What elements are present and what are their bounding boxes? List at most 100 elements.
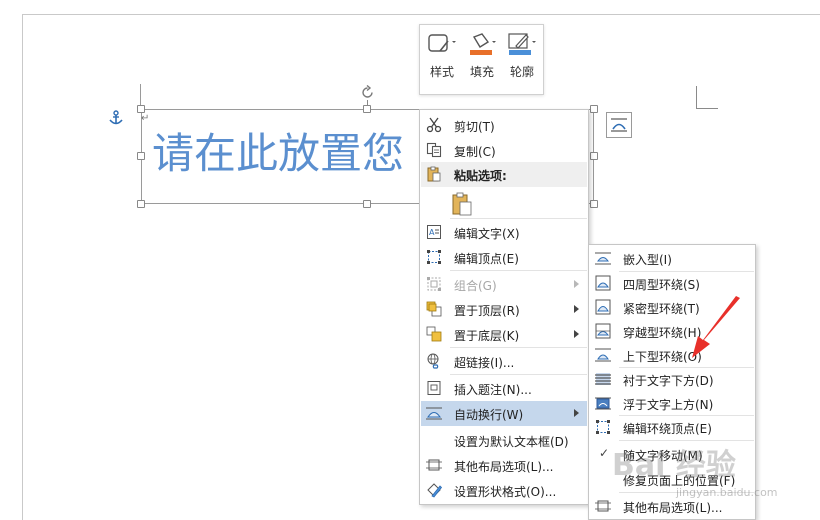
checkmark-icon: ✓ [599,446,610,460]
hyperlink-icon [427,353,439,369]
textbox-content[interactable]: 请在此放置您 [152,124,422,184]
menu-item-wrap-text[interactable]: 自动换行(W) [421,401,587,426]
edit-text-icon: A [427,225,441,239]
menu-item-group[interactable]: 组合(G) [421,272,587,297]
menu-label-insert-caption: 插入题注(N)... [454,383,532,397]
menu-item-insert-caption[interactable]: 插入题注(N)... [421,376,587,401]
page-edge-top [22,14,820,15]
menu-label-more-layout-options: 其他布局选项(L)... [454,460,554,474]
menu-item-edit-text[interactable]: A 编辑文字(X) [421,220,587,245]
watermark-url: jingyan.baidu.com [676,486,778,499]
submenu-arrow-icon [574,280,579,288]
menu-item-bring-to-front[interactable]: 置于顶层(R) [421,297,587,322]
menu-item-copy[interactable]: 复制(C) [421,138,587,163]
menu-item-more-layout-options[interactable]: 其他布局选项(L)... [421,453,587,478]
resize-handle-top[interactable] [363,105,371,113]
submenu-label-behind-text: 衬于文字下方(D) [623,374,714,388]
layout-options-icon [595,500,611,512]
style-label: 样式 [429,65,454,79]
fill-button[interactable]: 填充 [464,31,500,89]
outline-button[interactable]: 轮廓 [504,31,540,89]
submenu-arrow-icon [574,330,579,338]
page-edge-left [22,14,23,520]
wrap-through-icon [595,323,611,339]
paste-options-label: 粘贴选项: [454,169,507,183]
menu-separator [450,218,587,219]
resize-handle-left[interactable] [137,152,145,160]
menu-label-hyperlink: 超链接(I)... [454,356,515,370]
scissors-icon [426,117,442,133]
group-icon [427,277,441,291]
send-to-back-icon [426,326,442,342]
submenu-item-square[interactable]: 四周型环绕(S) [590,271,754,296]
edit-wrap-points-icon [596,420,610,434]
submenu-label-tight: 紧密型环绕(T) [623,302,700,316]
wrap-tight-icon [595,299,611,315]
layout-options-icon [426,459,442,471]
submenu-label-edit-wrap-points: 编辑环绕顶点(E) [623,422,712,436]
watermark-logo: Bai 经验 [612,448,736,483]
copy-icon [426,142,442,158]
anchor-icon [109,110,123,125]
submenu-item-in-front-of-text[interactable]: 浮于文字上方(N) [590,391,754,416]
wrap-behind-text-icon [595,373,611,385]
layout-options-icon [611,118,627,132]
menu-item-format-shape[interactable]: 设置形状格式(O)... [421,478,587,503]
resize-handle-bottom-left[interactable] [137,200,145,208]
submenu-item-in-line[interactable]: 嵌入型(I) [590,246,754,271]
wrap-inline-icon [595,252,611,265]
resize-handle-bottom-right[interactable] [590,200,598,208]
wrap-text-icon [426,407,442,420]
rotate-handle-icon[interactable] [360,85,375,100]
margin-corner-mark-right [696,86,697,108]
insert-caption-icon [427,381,441,395]
mini-toolbar: 样式 填充 轮廓 [419,24,544,95]
resize-handle-top-right[interactable] [590,105,598,113]
menu-label-send-to-back: 置于底层(K) [454,329,520,343]
submenu-label-square: 四周型环绕(S) [623,278,700,292]
menu-label-edit-text: 编辑文字(X) [454,227,520,241]
menu-separator [450,347,587,348]
menu-item-send-to-back[interactable]: 置于底层(K) [421,322,587,347]
format-shape-icon [427,483,442,498]
submenu-label-in-line: 嵌入型(I) [623,253,672,267]
layout-options-button[interactable] [606,112,632,138]
menu-label-format-shape: 设置形状格式(O)... [454,485,557,499]
menu-label-wrap-text: 自动换行(W) [454,408,524,422]
menu-item-cut[interactable]: 剪切(T) [421,113,587,138]
menu-label-bring-to-front: 置于顶层(R) [454,304,520,318]
bring-to-front-icon [426,301,442,317]
menu-item-set-default-textbox[interactable]: 设置为默认文本框(D) [421,428,587,453]
submenu-item-edit-wrap-points[interactable]: 编辑环绕顶点(E) [590,415,754,440]
submenu-label-in-front-of-text: 浮于文字上方(N) [623,398,714,412]
resize-handle-bottom[interactable] [363,200,371,208]
submenu-label-more-layout-options: 其他布局选项(L)... [623,501,723,515]
resize-handle-top-left[interactable] [137,105,145,113]
menu-label-cut: 剪切(T) [454,120,495,134]
paint-bucket-icon [470,33,496,55]
fill-label: 填充 [469,65,494,79]
menu-item-edit-points[interactable]: 编辑顶点(E) [421,245,587,270]
margin-corner-mark-right-h [696,108,718,109]
style-button[interactable]: 样式 [424,31,460,89]
menu-label-set-default-textbox: 设置为默认文本框(D) [454,435,569,449]
menu-label-group: 组合(G) [454,279,497,293]
wrap-square-icon [595,275,611,291]
menu-label-edit-points: 编辑顶点(E) [454,252,519,266]
menu-separator [450,374,587,375]
submenu-arrow-icon [574,409,579,417]
shape-style-icon [428,34,456,52]
submenu-item-behind-text[interactable]: 衬于文字下方(D) [590,367,754,392]
outline-label: 轮廓 [509,65,534,79]
resize-handle-right[interactable] [590,152,598,160]
submenu-arrow-icon [574,305,579,313]
annotation-arrow-icon [692,296,740,358]
paste-keep-formatting-icon[interactable] [450,192,474,216]
paste-options-header: 粘贴选项: [421,162,587,187]
svg-text:A: A [429,228,435,237]
menu-item-hyperlink[interactable]: 超链接(I)... [421,349,587,374]
menu-label-copy: 复制(C) [454,145,496,159]
pen-outline-icon [508,33,536,55]
clipboard-icon [427,166,441,182]
menu-separator [450,270,587,271]
